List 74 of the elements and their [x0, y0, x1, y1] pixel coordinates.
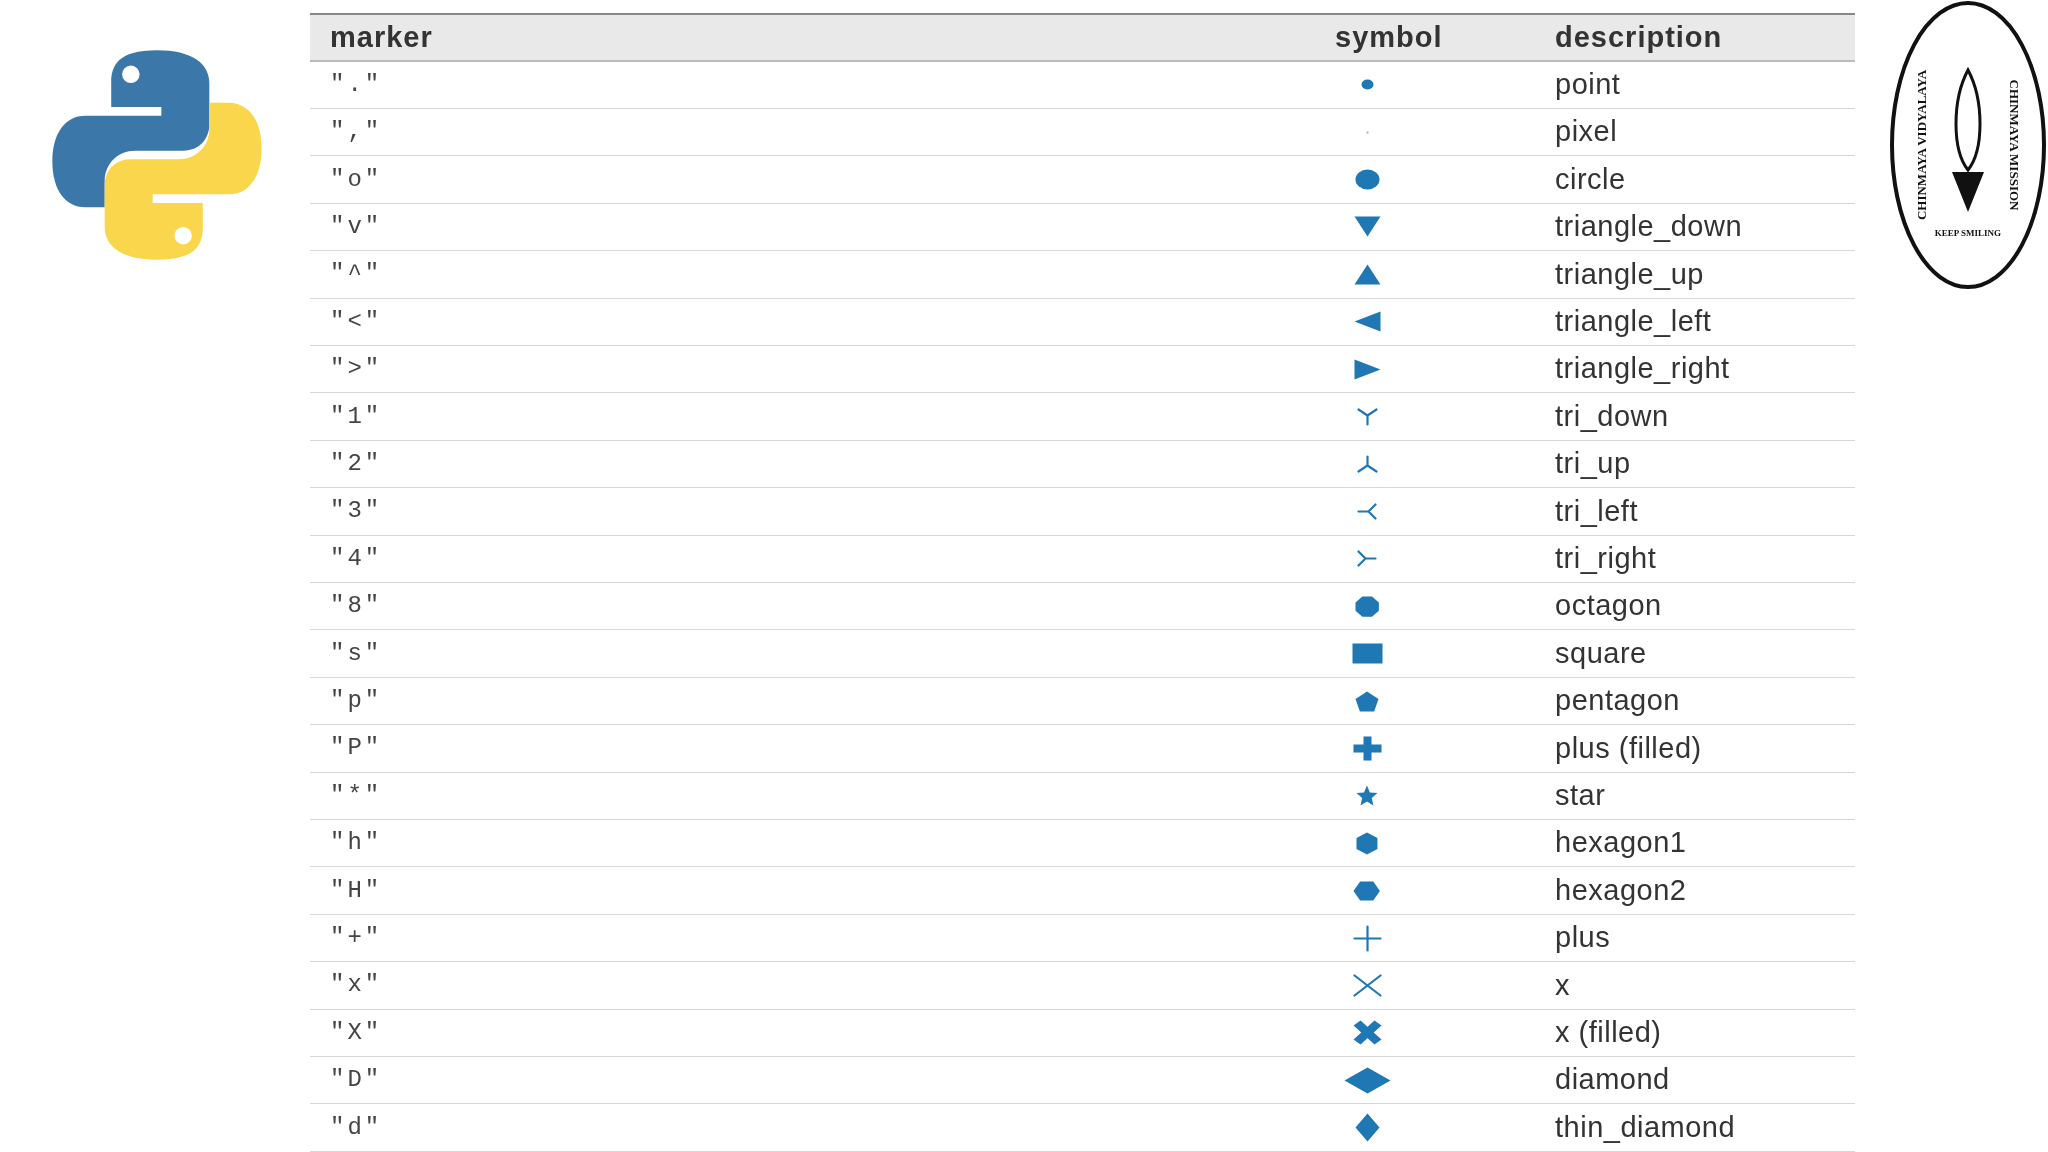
- table-cell: tri_left: [1535, 487, 1855, 536]
- star-icon: [1355, 784, 1379, 808]
- emblem-text: KEEP SMILING: [1934, 228, 2002, 238]
- triangle-right-icon: [1352, 357, 1382, 381]
- tri-left-icon: [1357, 502, 1377, 520]
- pentagon-icon: [1354, 689, 1380, 713]
- table-cell: star: [1535, 772, 1855, 820]
- table-cell: square: [1535, 629, 1855, 678]
- table-cell: "d": [310, 1103, 1315, 1152]
- column-header: description: [1535, 14, 1855, 61]
- table-cell: ".": [310, 61, 1315, 109]
- table-cell: triangle_up: [1535, 250, 1855, 299]
- triangle-up-icon: [1352, 262, 1382, 286]
- filled-plus-icon: [1351, 734, 1383, 762]
- table-cell: x (filled): [1535, 1009, 1855, 1057]
- hexagon-icon: [1355, 830, 1379, 856]
- hexagon-icon: [1352, 879, 1382, 902]
- column-header: marker: [310, 14, 1315, 61]
- table-cell: "v": [310, 203, 1315, 251]
- triangle-down-icon: [1352, 215, 1382, 239]
- dot-icon: [1359, 78, 1375, 92]
- table-cell: "2": [310, 440, 1315, 488]
- triangle-left-icon: [1352, 310, 1382, 334]
- table-cell: "o": [310, 155, 1315, 204]
- table-cell: "4": [310, 535, 1315, 583]
- table-cell: plus: [1535, 914, 1855, 962]
- emblem-text: CHINMAYA VIDYALAYA: [1914, 69, 1929, 221]
- tri-up-icon: [1356, 454, 1378, 473]
- table-cell: "D": [310, 1056, 1315, 1104]
- table-cell: thin_diamond: [1535, 1103, 1855, 1152]
- table-cell: "3": [310, 487, 1315, 536]
- table-cell: "x": [310, 961, 1315, 1010]
- table-cell: tri_up: [1535, 440, 1855, 488]
- table-cell: triangle_down: [1535, 203, 1855, 251]
- filled-x-icon: [1351, 1019, 1383, 1047]
- tri-down-icon: [1356, 407, 1378, 426]
- table-cell: "h": [310, 819, 1315, 867]
- tri-right-icon: [1357, 550, 1377, 568]
- table-cell: hexagon1: [1535, 819, 1855, 867]
- table-cell: "1": [310, 392, 1315, 441]
- table-cell: "<": [310, 298, 1315, 346]
- table-cell: "s": [310, 629, 1315, 678]
- circle-icon: [1353, 168, 1381, 191]
- column-header: symbol: [1315, 14, 1535, 61]
- thin-diamond-icon: [1353, 1112, 1381, 1144]
- table-cell: tri_down: [1535, 392, 1855, 441]
- table-cell: "*": [310, 772, 1315, 820]
- table-cell: tri_right: [1535, 535, 1855, 583]
- table-cell: ">": [310, 345, 1315, 393]
- diamond-icon: [1342, 1065, 1392, 1095]
- table-cell: "8": [310, 582, 1315, 630]
- table-cell: pixel: [1535, 108, 1855, 156]
- table-cell: "P": [310, 724, 1315, 773]
- table-cell: point: [1535, 61, 1855, 109]
- emblem-text: CHINMAYA MISSION: [2007, 79, 2022, 211]
- table-cell: diamond: [1535, 1056, 1855, 1104]
- octagon-icon: [1353, 594, 1381, 618]
- table-cell: "H": [310, 866, 1315, 915]
- table-cell: triangle_right: [1535, 345, 1855, 393]
- table-cell: octagon: [1535, 582, 1855, 630]
- table-cell: x: [1535, 961, 1855, 1010]
- table-cell: pentagon: [1535, 677, 1855, 725]
- table-cell: triangle_left: [1535, 298, 1855, 346]
- table-cell: "X": [310, 1009, 1315, 1057]
- plus-icon: [1352, 924, 1382, 952]
- table-cell: circle: [1535, 155, 1855, 204]
- square-icon: [1350, 642, 1384, 666]
- table-cell: plus (filled): [1535, 724, 1855, 773]
- table-cell: "^": [310, 250, 1315, 299]
- table-cell: hexagon2: [1535, 866, 1855, 915]
- table-cell: "p": [310, 677, 1315, 725]
- table-cell: "+": [310, 914, 1315, 962]
- x-icon: [1352, 973, 1382, 997]
- table-cell: ",": [310, 108, 1315, 156]
